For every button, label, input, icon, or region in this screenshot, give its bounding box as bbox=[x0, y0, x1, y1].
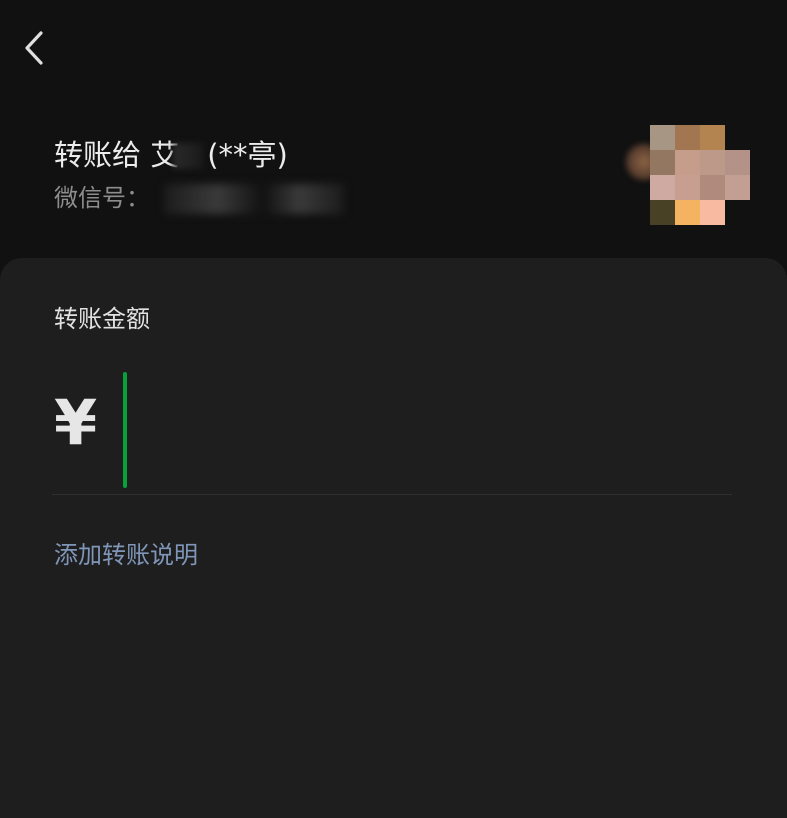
avatar-pixel bbox=[700, 125, 725, 150]
avatar-pixel bbox=[725, 125, 750, 150]
currency-symbol: ¥ bbox=[54, 386, 98, 459]
avatar-pixel bbox=[725, 200, 750, 225]
chevron-left-icon bbox=[25, 31, 43, 65]
recipient-title-prefix: 转账给 艾 bbox=[54, 138, 180, 172]
avatar-pixel bbox=[650, 200, 675, 225]
avatar-pixel bbox=[650, 150, 675, 175]
back-button[interactable] bbox=[18, 26, 58, 70]
amount-label: 转账金额 bbox=[54, 305, 150, 333]
text-cursor bbox=[123, 372, 127, 488]
avatar-pixel bbox=[725, 175, 750, 200]
avatar-pixel bbox=[650, 175, 675, 200]
wechat-id-row: 微信号： bbox=[54, 182, 344, 214]
avatar-pixel bbox=[675, 125, 700, 150]
avatar-pixel bbox=[725, 150, 750, 175]
avatar-pixel bbox=[700, 175, 725, 200]
wechat-id-label: 微信号： bbox=[54, 184, 150, 212]
wechat-id-redaction bbox=[164, 184, 344, 214]
avatar-pixel bbox=[675, 200, 700, 225]
avatar-pixel bbox=[700, 150, 725, 175]
avatar[interactable] bbox=[650, 125, 750, 225]
avatar-pixel bbox=[650, 125, 675, 150]
name-redaction bbox=[173, 143, 204, 169]
avatar-pixel bbox=[700, 200, 725, 225]
amount-input-row[interactable]: ¥ bbox=[52, 370, 732, 495]
recipient-title-suffix: (**亭) bbox=[207, 138, 288, 172]
add-transfer-note-link[interactable]: 添加转账说明 bbox=[54, 538, 198, 572]
avatar-pixel bbox=[675, 175, 700, 200]
amount-input[interactable] bbox=[122, 370, 722, 488]
avatar-pixel bbox=[675, 150, 700, 175]
recipient-title: 转账给 艾 (**亭) bbox=[54, 136, 288, 174]
